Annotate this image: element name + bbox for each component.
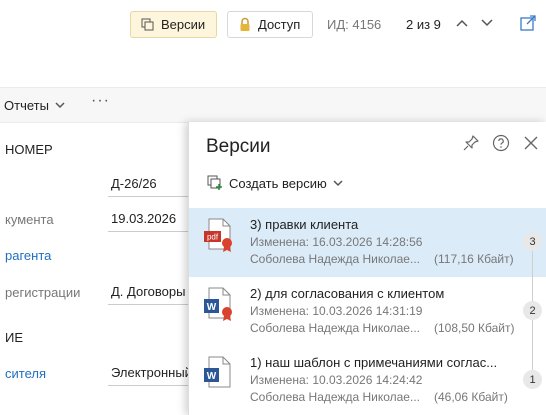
version-modified-date: Изменена: 10.03.2026 14:24:42 bbox=[250, 373, 423, 387]
open-in-new-window-icon[interactable] bbox=[519, 14, 537, 32]
reports-menu[interactable]: Отчеты bbox=[4, 98, 65, 113]
chevron-up-icon bbox=[456, 19, 468, 27]
version-number-badge: 1 bbox=[523, 370, 542, 389]
carrier-link[interactable]: сителя bbox=[5, 366, 46, 381]
section-heading: ИЕ bbox=[5, 330, 24, 345]
version-modified-date: Изменена: 10.03.2026 14:31:19 bbox=[250, 304, 423, 318]
lock-icon bbox=[240, 17, 250, 31]
word-icon: W bbox=[204, 356, 231, 388]
pdf-icon: pdf bbox=[204, 218, 232, 252]
counterparty-link[interactable]: рагента bbox=[5, 248, 51, 263]
version-size: (117,16 Кбайт) bbox=[434, 252, 514, 266]
chevron-down-icon bbox=[481, 19, 493, 27]
document-date-label: кумента bbox=[5, 212, 54, 227]
access-button-label: Доступ bbox=[258, 17, 301, 32]
registration-field[interactable]: Д. Договоры bbox=[108, 279, 198, 305]
chevron-down-icon bbox=[55, 102, 65, 109]
version-author: Соболева Надежда Николае... bbox=[250, 321, 420, 335]
section-number-heading: НОМЕР bbox=[5, 142, 53, 157]
next-button[interactable] bbox=[479, 15, 495, 31]
pager-position: 2 из 9 bbox=[406, 17, 441, 32]
create-version-label: Создать версию bbox=[229, 175, 327, 191]
svg-text:pdf: pdf bbox=[207, 233, 219, 242]
document-id: ИД: 4156 bbox=[327, 17, 382, 32]
create-version-button[interactable]: Создать версию bbox=[207, 175, 343, 191]
more-menu-button[interactable]: ··· bbox=[91, 92, 110, 110]
version-size: (108,50 Кбайт) bbox=[434, 321, 515, 335]
reports-menu-label: Отчеты bbox=[4, 98, 49, 113]
version-author: Соболева Надежда Николае... bbox=[250, 252, 420, 266]
registration-label: регистрации bbox=[5, 285, 81, 300]
top-toolbar: Версии Доступ ИД: 4156 2 из 9 bbox=[0, 0, 546, 50]
panel-title: Версии bbox=[206, 136, 271, 157]
chevron-down-icon bbox=[333, 179, 343, 186]
close-icon[interactable] bbox=[522, 134, 540, 152]
document-date-field[interactable]: 19.03.2026 bbox=[108, 206, 198, 232]
versions-panel: Версии Создать версию pdf 3) правки клие… bbox=[188, 122, 546, 415]
versions-button[interactable]: Версии bbox=[130, 11, 217, 38]
word-icon: W bbox=[204, 287, 232, 321]
access-button[interactable]: Доступ bbox=[227, 11, 313, 38]
version-modified-date: Изменена: 16.03.2026 14:28:56 bbox=[250, 235, 423, 249]
version-author: Соболева Надежда Николае... bbox=[250, 390, 420, 404]
versions-button-label: Версии bbox=[161, 17, 206, 32]
version-size: (46,06 Кбайт) bbox=[434, 390, 508, 404]
help-icon[interactable] bbox=[492, 134, 510, 152]
version-item[interactable]: pdf 3) правки клиента Изменена: 16.03.20… bbox=[189, 208, 546, 277]
version-item[interactable]: W 1) наш шаблон с примечаниями соглас...… bbox=[189, 346, 546, 415]
version-number-badge: 3 bbox=[523, 232, 542, 251]
version-item[interactable]: W 2) для согласования с клиентом Изменен… bbox=[189, 277, 546, 346]
version-name: 2) для согласования с клиентом bbox=[250, 286, 445, 301]
svg-text:W: W bbox=[207, 371, 217, 382]
versions-icon bbox=[141, 18, 154, 30]
previous-button[interactable] bbox=[454, 15, 470, 31]
pin-icon[interactable] bbox=[462, 134, 480, 152]
version-name: 1) наш шаблон с примечаниями соглас... bbox=[250, 355, 498, 370]
version-number-badge: 2 bbox=[523, 301, 542, 320]
version-name: 3) правки клиента bbox=[250, 217, 359, 232]
number-field[interactable]: Д-26/26 bbox=[108, 171, 198, 197]
tabs-row: Отчеты ··· bbox=[0, 87, 546, 123]
new-version-icon bbox=[207, 175, 222, 190]
svg-text:W: W bbox=[207, 302, 217, 313]
carrier-field[interactable]: Электронный bbox=[108, 360, 198, 386]
